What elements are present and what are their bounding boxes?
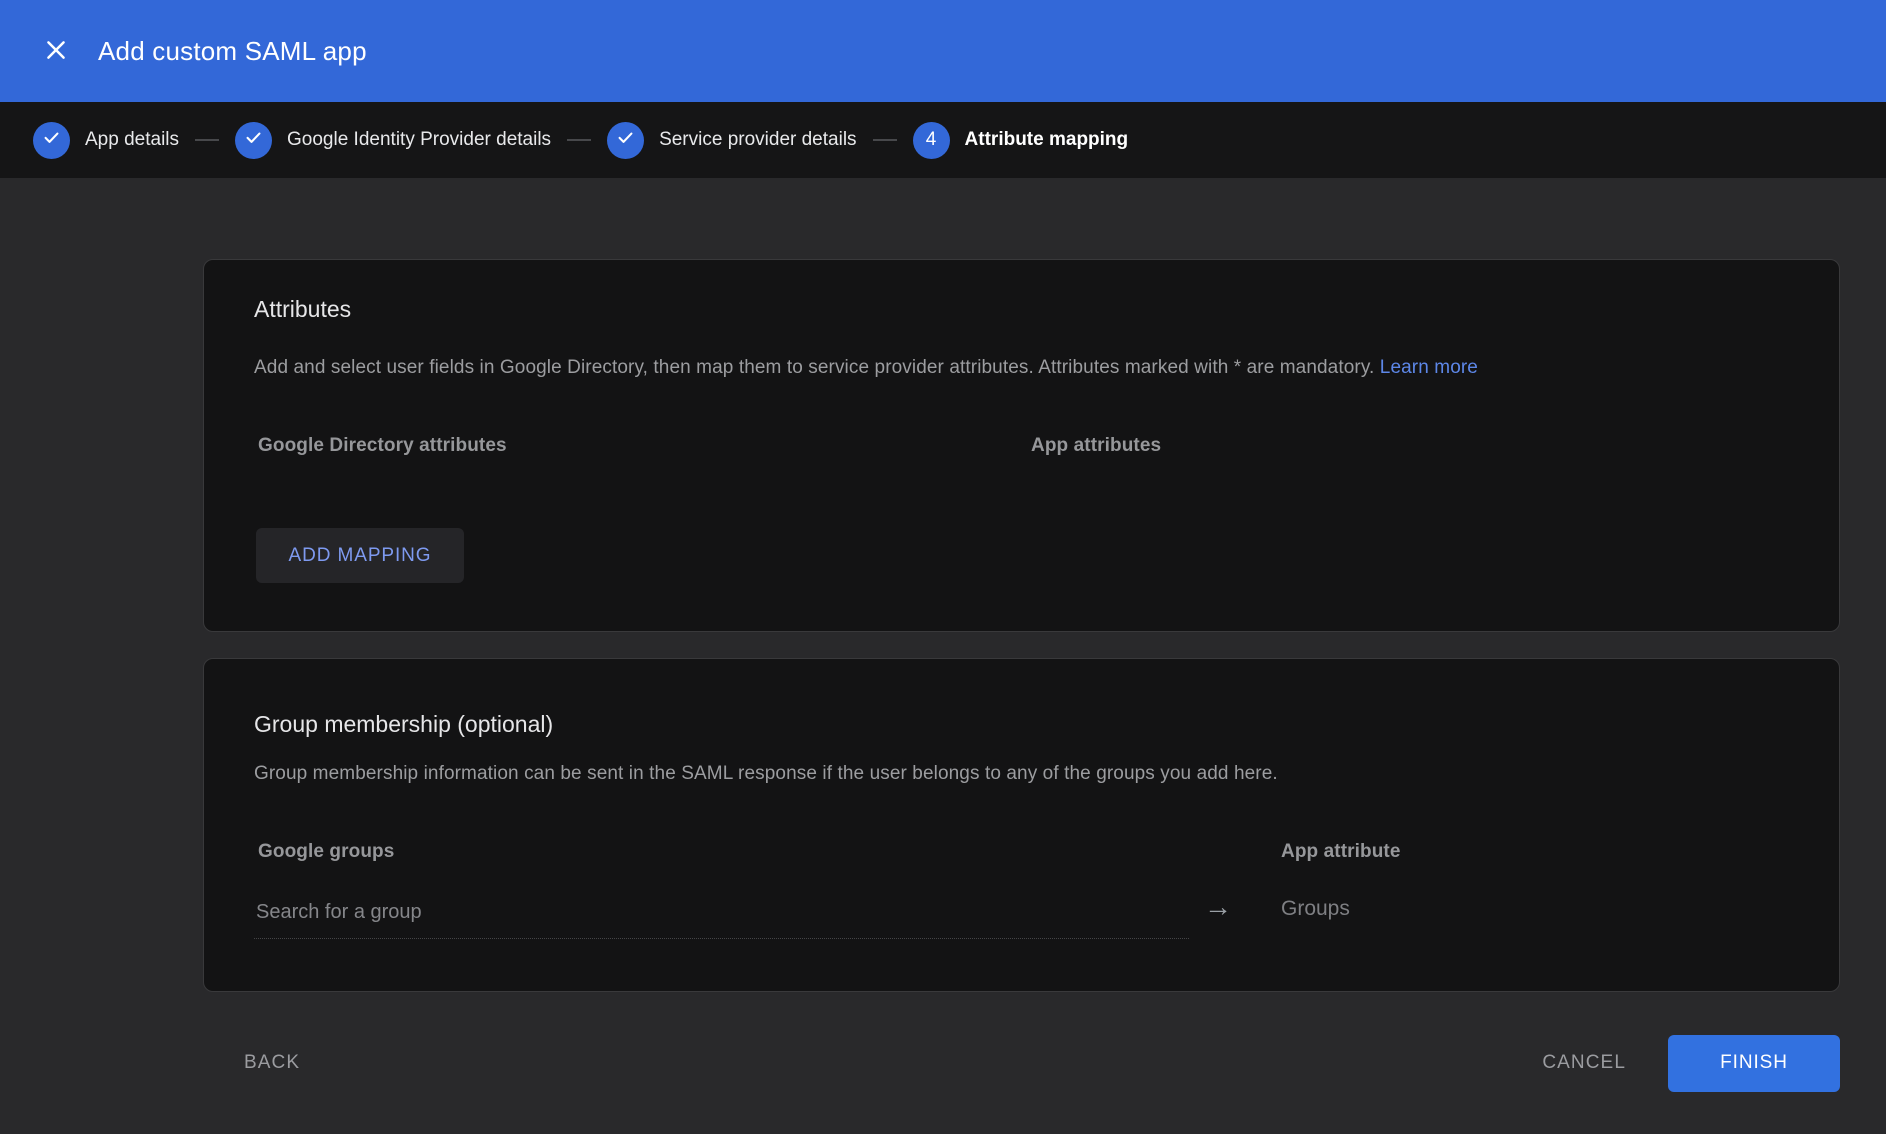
step-3-label: Service provider details xyxy=(659,129,856,151)
step-connector xyxy=(567,139,591,141)
add-saml-app-dialog: Add custom SAML app App details xyxy=(0,0,1886,1134)
step-4-number: 4 xyxy=(926,129,937,151)
step-app-details[interactable]: App details xyxy=(33,122,179,159)
dialog-title: Add custom SAML app xyxy=(98,36,367,67)
attributes-card-description: Add and select user fields in Google Dir… xyxy=(254,357,1478,379)
attributes-card-title: Attributes xyxy=(254,296,351,323)
google-directory-attributes-header: Google Directory attributes xyxy=(258,435,507,457)
step-1-completed-circle xyxy=(33,122,70,159)
attributes-description-text: Add and select user fields in Google Dir… xyxy=(254,357,1374,378)
attributes-card: Attributes Add and select user fields in… xyxy=(203,259,1840,632)
step-connector xyxy=(195,139,219,141)
dialog-header: Add custom SAML app xyxy=(0,0,1886,102)
footer-actions: BACK CANCEL FINISH xyxy=(203,1031,1840,1095)
app-attribute-value: Groups xyxy=(1281,897,1350,921)
finish-button[interactable]: FINISH xyxy=(1668,1035,1840,1092)
step-2-label: Google Identity Provider details xyxy=(287,129,551,151)
check-icon xyxy=(42,128,61,152)
step-connector xyxy=(873,139,897,141)
step-4-label: Attribute mapping xyxy=(965,129,1129,151)
back-button[interactable]: BACK xyxy=(236,1042,308,1084)
check-icon xyxy=(244,128,263,152)
mapping-arrow-icon: → xyxy=(1204,887,1232,927)
google-groups-header: Google groups xyxy=(258,841,394,863)
stepper-bar: App details Google Identity Provider det… xyxy=(0,102,1886,178)
step-service-provider-details[interactable]: Service provider details xyxy=(607,122,856,159)
group-membership-card: Group membership (optional) Group member… xyxy=(203,658,1840,992)
step-1-label: App details xyxy=(85,129,179,151)
step-attribute-mapping[interactable]: 4 Attribute mapping xyxy=(913,122,1129,159)
learn-more-link[interactable]: Learn more xyxy=(1380,357,1478,378)
app-attributes-header: App attributes xyxy=(1031,435,1161,457)
step-3-completed-circle xyxy=(607,122,644,159)
group-membership-card-description: Group membership information can be sent… xyxy=(254,763,1278,785)
close-button[interactable] xyxy=(36,31,76,71)
close-icon xyxy=(43,37,69,66)
add-mapping-button[interactable]: ADD MAPPING xyxy=(256,528,464,583)
group-search-input[interactable] xyxy=(254,887,1189,939)
step-2-completed-circle xyxy=(235,122,272,159)
step-4-active-circle: 4 xyxy=(913,122,950,159)
group-membership-card-title: Group membership (optional) xyxy=(254,711,553,738)
step-google-idp-details[interactable]: Google Identity Provider details xyxy=(235,122,551,159)
check-icon xyxy=(616,128,635,152)
app-attribute-header: App attribute xyxy=(1281,841,1401,863)
cancel-button[interactable]: CANCEL xyxy=(1534,1042,1634,1084)
